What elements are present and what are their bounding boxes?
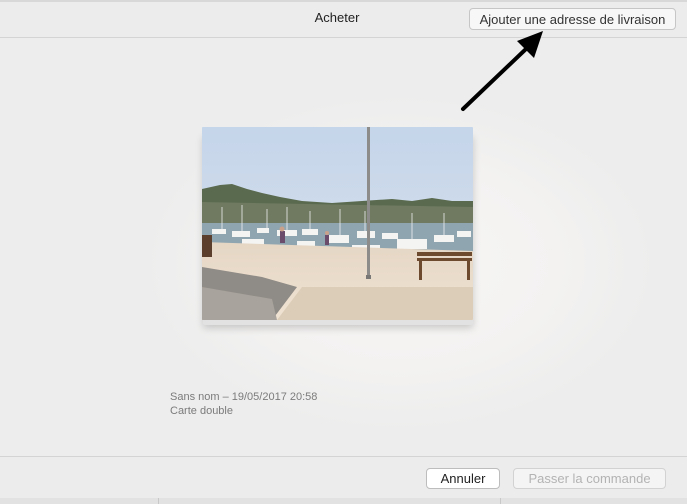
window-top-edge	[0, 0, 687, 2]
bottom-edge	[0, 498, 687, 504]
product-name-date: Sans nom – 19/05/2017 20:58	[170, 391, 318, 403]
window-titlebar: Acheter Ajouter une adresse de livraison	[0, 0, 687, 38]
cancel-button[interactable]: Annuler	[426, 468, 500, 489]
annotation-arrow-icon	[461, 31, 543, 111]
card-photo[interactable]	[202, 127, 473, 320]
preview-area: Sans nom – 19/05/2017 20:58 Carte double	[0, 38, 687, 456]
bottom-divider	[158, 498, 159, 504]
product-format: Carte double	[170, 405, 233, 417]
dialog-footer: Annuler Passer la commande	[0, 456, 687, 504]
place-order-button[interactable]: Passer la commande	[513, 468, 666, 489]
bottom-divider	[500, 498, 501, 504]
harbor-photo-image	[202, 127, 473, 320]
